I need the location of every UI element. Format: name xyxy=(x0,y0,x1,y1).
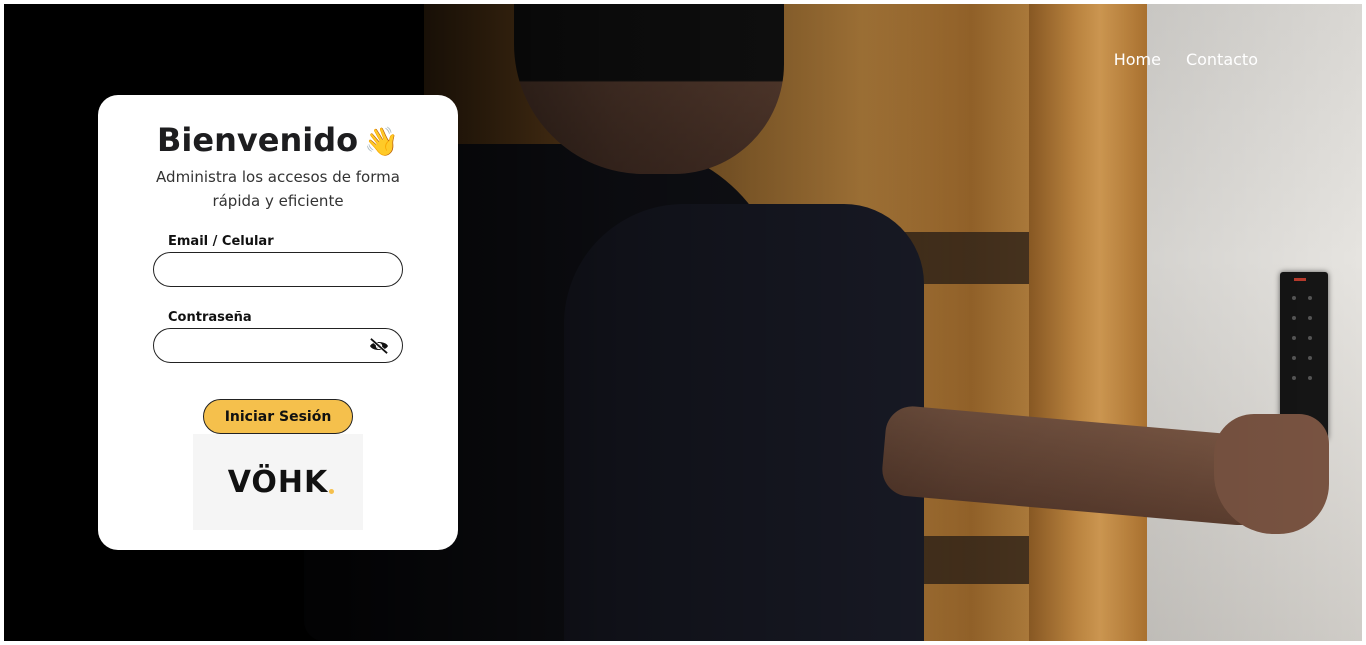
password-field-wrapper xyxy=(153,328,403,363)
title-text: Bienvenido xyxy=(157,121,359,159)
welcome-subtitle: Administra los accesos de forma rápida y… xyxy=(156,168,400,210)
top-nav: Home Contacto xyxy=(1114,50,1258,69)
email-field-wrapper xyxy=(153,252,403,287)
waving-hand-icon: 👋 xyxy=(364,125,399,158)
page-frame: Home Contacto Bienvenido 👋 Administra los… xyxy=(4,4,1362,641)
brand-logo-box: VÖHK xyxy=(193,434,363,530)
eye-slash-icon[interactable] xyxy=(368,337,390,355)
login-card: Bienvenido 👋 Administra los accesos de fo… xyxy=(98,95,458,550)
email-label: Email / Celular xyxy=(168,234,274,249)
vohk-logo: VÖHK xyxy=(228,465,335,500)
login-button[interactable]: Iniciar Sesión xyxy=(203,399,353,434)
nav-contact-link[interactable]: Contacto xyxy=(1186,50,1258,69)
password-input[interactable] xyxy=(154,329,402,362)
password-label: Contraseña xyxy=(168,310,252,325)
nav-home-link[interactable]: Home xyxy=(1114,50,1161,69)
welcome-title: Bienvenido 👋 xyxy=(98,121,458,159)
email-input[interactable] xyxy=(154,253,402,286)
